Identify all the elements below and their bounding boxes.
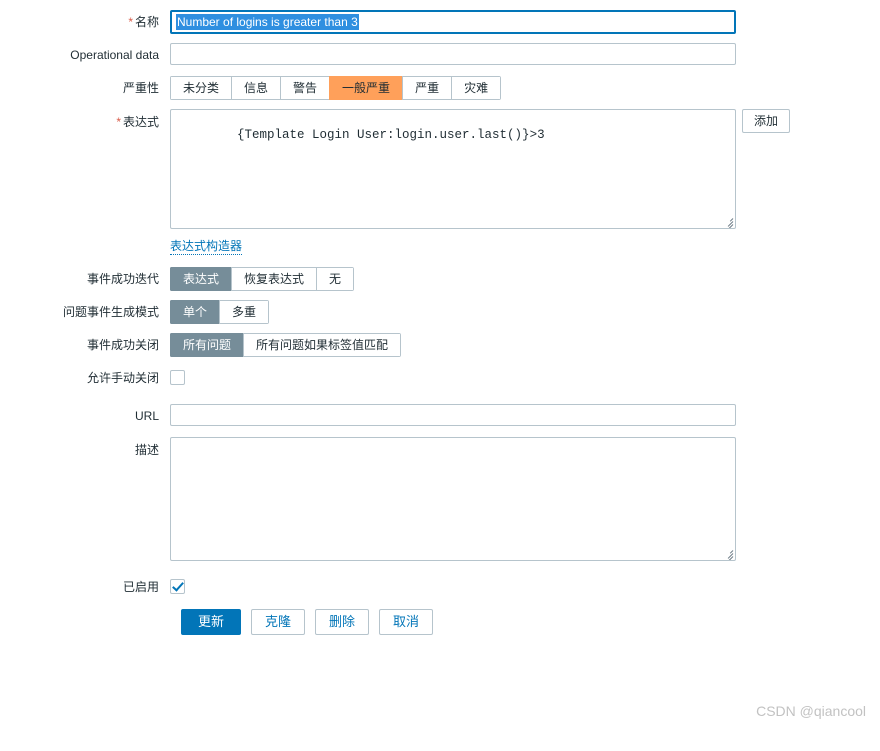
expression-textarea[interactable]: {Template Login User:login.user.last()}>… [170,109,736,229]
required-asterisk-name: * [128,15,133,29]
field-severity: 未分类 信息 警告 一般严重 严重 灾难 [170,76,502,100]
name-input-value: Number of logins is greater than 3 [176,14,359,30]
form-row-ok-event-closes: 事件成功关闭 所有问题 所有问题如果标签值匹配 [0,333,880,357]
name-input[interactable]: Number of logins is greater than 3 [170,10,736,34]
resize-grip-icon [721,215,734,228]
label-problem-event-generation: 问题事件生成模式 [62,305,159,319]
expression-textarea-value: {Template Login User:login.user.last()}>… [237,128,545,142]
form-row-severity: 严重性 未分类 信息 警告 一般严重 严重 灾难 [0,76,880,100]
label-expression: * 表达式 [0,109,170,132]
clone-button[interactable]: 克隆 [251,609,306,635]
watermark: CSDN @qiancool [756,703,866,719]
label-name: * 名称 [0,10,170,34]
ok-event-closes-button-group: 所有问题 所有问题如果标签值匹配 [170,333,402,357]
required-asterisk-expression: * [116,115,121,129]
expression-constructor-link[interactable]: 表达式构造器 [170,238,243,255]
problem-event-option-multiple[interactable]: 多重 [219,300,270,324]
field-expression: {Template Login User:login.user.last()}>… [170,109,791,229]
label-manual-close: 允许手动关闭 [86,371,159,385]
problem-event-option-single[interactable]: 单个 [170,300,220,324]
label-description: 描述 [134,443,159,457]
resize-grip-icon-description [721,547,734,560]
label-name-text: 名称 [134,15,159,29]
problem-event-generation-button-group: 单个 多重 [170,300,270,324]
form-row-url: URL [0,404,880,428]
ok-event-option-none[interactable]: 无 [316,267,355,291]
delete-button[interactable]: 删除 [315,609,370,635]
update-button[interactable]: 更新 [181,609,242,635]
field-ok-event-generation: 表达式 恢复表达式 无 [170,267,355,291]
label-operational-data: Operational data [70,48,159,62]
field-ok-event-closes: 所有问题 所有问题如果标签值匹配 [170,333,402,357]
ok-event-option-expression[interactable]: 表达式 [170,267,232,291]
form-row-expression-builder: 表达式构造器 [0,238,880,255]
severity-button-group: 未分类 信息 警告 一般严重 严重 灾难 [170,76,502,100]
label-enabled: 已启用 [122,580,159,594]
field-expression-builder: 表达式构造器 [170,238,243,255]
severity-option-disaster[interactable]: 灾难 [451,76,502,100]
field-description [170,437,736,561]
add-expression-button[interactable]: 添加 [742,109,791,133]
form-row-manual-close: 允许手动关闭 [0,366,880,390]
field-manual-close [170,366,185,385]
url-input[interactable] [170,404,736,426]
form-row-ok-event-generation: 事件成功迭代 表达式 恢复表达式 无 [0,267,880,291]
description-textarea[interactable] [170,437,736,561]
ok-event-closes-option-tag-match[interactable]: 所有问题如果标签值匹配 [243,333,402,357]
form-row-operational-data: Operational data [0,43,880,67]
form-row-expression: * 表达式 {Template Login User:login.user.las… [0,109,880,229]
severity-option-information[interactable]: 信息 [231,76,281,100]
severity-option-high[interactable]: 严重 [402,76,452,100]
ok-event-generation-button-group: 表达式 恢复表达式 无 [170,267,355,291]
enabled-checkbox[interactable] [170,579,185,594]
form-row-problem-event-generation: 问题事件生成模式 单个 多重 [0,300,880,324]
form-row-name: * 名称 Number of logins is greater than 3 [0,10,880,34]
field-name: Number of logins is greater than 3 [170,10,736,34]
form-row-enabled: 已启用 [0,575,880,599]
label-url: URL [134,409,159,423]
field-enabled [170,575,185,594]
field-url [170,404,736,426]
manual-close-checkbox[interactable] [170,370,185,385]
operational-data-input[interactable] [170,43,736,65]
ok-event-closes-option-all-problems[interactable]: 所有问题 [170,333,244,357]
label-severity: 严重性 [122,81,159,95]
field-problem-event-generation: 单个 多重 [170,300,270,324]
trigger-configuration-form: * 名称 Number of logins is greater than 3 O… [0,0,880,635]
severity-option-average[interactable]: 一般严重 [329,76,403,100]
ok-event-option-recovery-expression[interactable]: 恢复表达式 [231,267,317,291]
label-ok-event-generation: 事件成功迭代 [86,272,159,286]
label-ok-event-closes: 事件成功关闭 [86,338,159,352]
form-row-description: 描述 [0,437,880,561]
cancel-button[interactable]: 取消 [379,609,434,635]
label-expression-text: 表达式 [122,115,159,129]
severity-option-not-classified[interactable]: 未分类 [170,76,232,100]
field-operational-data [170,43,736,65]
form-actions: 更新 克隆 删除 取消 [181,609,880,635]
severity-option-warning[interactable]: 警告 [280,76,330,100]
